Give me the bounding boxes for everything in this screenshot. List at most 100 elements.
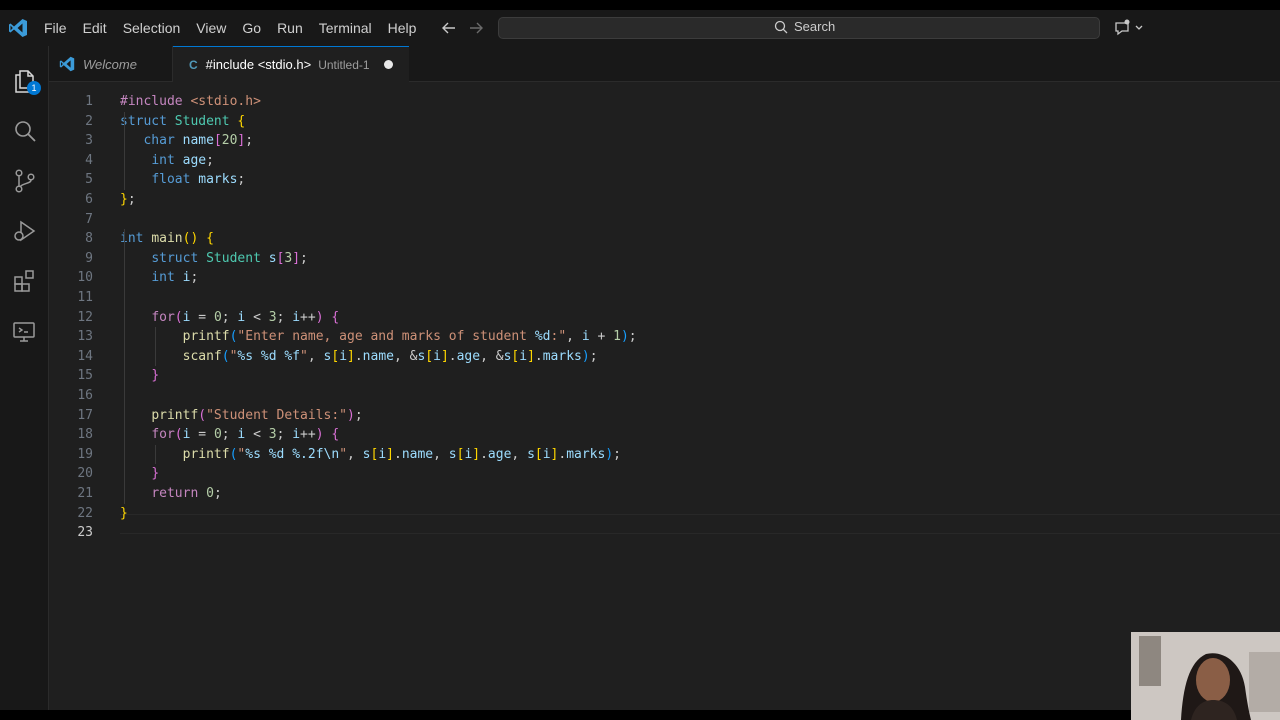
remote-explorer-icon[interactable] xyxy=(12,318,38,344)
menu-selection[interactable]: Selection xyxy=(115,10,189,46)
code-line[interactable]: } xyxy=(120,366,159,386)
menu-view[interactable]: View xyxy=(188,10,234,46)
line-number: 6 xyxy=(85,192,93,207)
code-token: ) xyxy=(347,407,355,423)
code-token: %s %d %f xyxy=(237,348,301,364)
menu-run[interactable]: Run xyxy=(269,10,311,46)
code-token: + xyxy=(589,329,614,345)
code-line[interactable]: scanf("%s %d %f", s[i].name, &s[i].age, … xyxy=(120,347,598,367)
code-token: Student xyxy=(174,113,238,129)
code-token: " xyxy=(300,348,308,364)
code-token: i xyxy=(378,446,387,462)
code-line[interactable]: for(i = 0; i < 3; i++) { xyxy=(120,425,339,445)
code-token: Student xyxy=(206,250,269,266)
forward-arrow-icon[interactable] xyxy=(467,19,485,37)
back-arrow-icon[interactable] xyxy=(440,19,458,37)
code-token: } xyxy=(120,505,128,521)
code-token: ( xyxy=(221,348,230,364)
code-token: ; xyxy=(127,192,136,207)
code-token: int xyxy=(151,270,183,286)
code-token: ] xyxy=(347,348,355,364)
code-token: marks xyxy=(566,446,606,462)
code-token: ( xyxy=(198,407,207,423)
command-center-search[interactable]: Search xyxy=(498,17,1100,39)
line-number: 2 xyxy=(85,113,93,129)
presenter-video-icon xyxy=(1131,632,1280,720)
code-token: ; xyxy=(300,250,308,266)
code-editor[interactable]: 1 2 3 4 5 6 7 8 9 10 11 12 13 14 15 16 17 18 19 20 21 22 23 #i… xyxy=(49,82,1280,710)
code-line[interactable]: for(i = 0; i < 3; i++) { xyxy=(120,308,339,328)
code-line[interactable]: printf("Student Details:"); xyxy=(120,406,362,426)
code-token: } xyxy=(151,368,160,384)
source-control-icon[interactable] xyxy=(12,168,38,194)
code-line[interactable]: printf("%s %d %.2f\n", s[i].name, s[i].a… xyxy=(120,445,621,465)
code-token: ) xyxy=(315,427,324,443)
menu-help[interactable]: Help xyxy=(380,10,425,46)
code-token: scanf xyxy=(182,348,222,364)
code-line[interactable]: struct Student s[3]; xyxy=(120,249,308,269)
line-number: 7 xyxy=(85,211,93,227)
code-token: s xyxy=(362,446,371,462)
vscode-logo-icon xyxy=(59,56,75,72)
webcam-overlay xyxy=(1131,632,1280,720)
code-token: , xyxy=(433,446,449,462)
run-debug-icon[interactable] xyxy=(12,218,38,244)
code-line[interactable]: float marks; xyxy=(120,170,245,190)
line-number: 13 xyxy=(77,329,93,345)
code-line[interactable]: struct Student { xyxy=(120,112,245,132)
menu-edit[interactable]: Edit xyxy=(75,10,115,46)
code-token: [ xyxy=(425,348,434,364)
vscode-logo-icon xyxy=(9,19,27,37)
line-number: 10 xyxy=(77,270,93,286)
code-line[interactable]: return 0; xyxy=(120,484,222,504)
code-token: ; xyxy=(213,486,222,501)
editor-tab-bar: Welcome C #include <stdio.h> Untitled-1 xyxy=(49,46,1280,82)
menu-file[interactable]: File xyxy=(36,10,75,46)
code-token: marks xyxy=(542,348,582,364)
code-token: { xyxy=(331,309,340,325)
code-line[interactable]: }; xyxy=(120,190,136,210)
copilot-icon[interactable] xyxy=(1114,19,1146,37)
extensions-icon[interactable] xyxy=(12,268,38,294)
code-token: printf xyxy=(182,446,230,462)
code-line[interactable]: } xyxy=(120,504,128,524)
code-line[interactable]: int i; xyxy=(120,268,198,288)
menu-terminal[interactable]: Terminal xyxy=(311,10,380,46)
menu-go[interactable]: Go xyxy=(234,10,269,46)
code-token: 0 xyxy=(213,309,222,325)
line-number: 11 xyxy=(77,290,93,305)
code-token: char xyxy=(143,133,183,149)
tab-untitled-1[interactable]: C #include <stdio.h> Untitled-1 xyxy=(173,46,409,82)
tab-welcome[interactable]: Welcome xyxy=(49,46,173,82)
code-line[interactable]: char name[20]; xyxy=(120,131,253,151)
code-token: [ xyxy=(213,133,222,149)
code-token: printf xyxy=(182,329,230,345)
code-line[interactable]: #include <stdio.h> xyxy=(120,92,261,112)
code-token: . xyxy=(534,348,543,364)
code-token: i xyxy=(292,427,301,443)
code-token: i xyxy=(542,446,551,462)
code-token: , xyxy=(307,348,324,364)
code-line[interactable]: int main() { xyxy=(120,229,214,249)
search-icon[interactable] xyxy=(12,118,38,144)
line-number: 3 xyxy=(85,133,93,149)
code-token: s xyxy=(268,250,277,266)
code-line[interactable]: } xyxy=(120,464,159,484)
code-token: . xyxy=(393,446,402,462)
unsaved-dot-icon[interactable] xyxy=(383,60,393,69)
code-line[interactable]: printf("Enter name, age and marks of stu… xyxy=(120,327,637,347)
code-token: ) xyxy=(620,329,629,345)
code-token: ; xyxy=(628,329,637,345)
line-number: 20 xyxy=(77,466,93,482)
code-token: ) xyxy=(315,309,324,325)
code-token: { xyxy=(331,427,340,443)
code-token: name xyxy=(182,133,214,149)
code-token: %d xyxy=(534,329,551,345)
code-token: 20 xyxy=(221,133,238,149)
code-token: ) xyxy=(605,446,614,462)
code-token: ] xyxy=(386,446,394,462)
code-token: "Student Details:" xyxy=(206,407,347,423)
code-token: ; xyxy=(245,133,254,149)
code-line[interactable]: int age; xyxy=(120,151,214,171)
